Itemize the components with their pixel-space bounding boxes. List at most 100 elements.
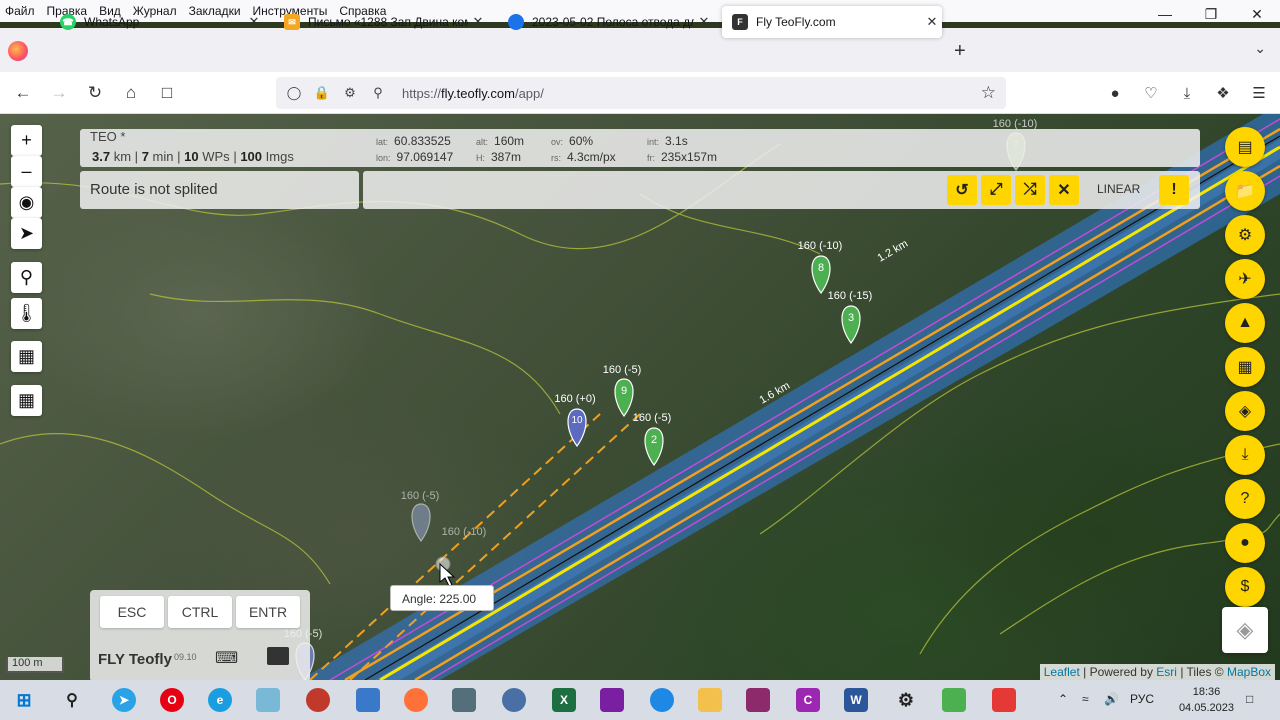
zoom-out-button[interactable]: –: [11, 156, 42, 187]
tab-list-icon[interactable]: ⌄: [1254, 40, 1266, 57]
thermometer-icon[interactable]: 🌡: [11, 298, 42, 329]
shuffle-icon[interactable]: ⤮: [1015, 175, 1045, 205]
waypoint-8[interactable]: 8 160 (-10): [798, 240, 843, 295]
app-icon[interactable]: C: [796, 688, 820, 712]
grid-icon[interactable]: ▦: [11, 385, 42, 416]
keyboard-icon[interactable]: ⌨: [215, 648, 238, 668]
permissions-icon[interactable]: ⚙: [340, 85, 360, 101]
explorer-icon[interactable]: [698, 688, 722, 712]
download-icon[interactable]: ⤓: [1225, 435, 1265, 475]
opera-icon[interactable]: O: [160, 688, 184, 712]
url-bar[interactable]: ◯ 🔒 ⚙ ⚲ https://fly.teofly.com/app/ ☆: [276, 77, 1006, 109]
app-icon[interactable]: [650, 688, 674, 712]
mode-label[interactable]: LINEAR: [1097, 182, 1140, 196]
hamburger-menu-icon[interactable]: ☰: [1248, 82, 1270, 104]
search-icon[interactable]: ⚲: [11, 262, 42, 293]
svg-text:9: 9: [621, 385, 627, 397]
tray-chevron-icon[interactable]: ⌃: [1058, 692, 1068, 706]
telegram-icon[interactable]: ➤: [112, 688, 136, 712]
wifi-icon[interactable]: ≈: [1082, 692, 1089, 706]
tab-teofly[interactable]: F Fly TeoFly.com ✕: [722, 6, 942, 38]
lock-icon[interactable]: 🔒: [312, 85, 332, 101]
close-tab-icon[interactable]: ✕: [468, 14, 488, 30]
tab-edge[interactable]: 2023-05-02 Полоса отвода для ✕: [498, 6, 714, 38]
forward-icon[interactable]: →: [48, 82, 70, 104]
clock[interactable]: 18:36 04.05.2023: [1179, 684, 1234, 716]
winrar-icon[interactable]: [746, 688, 770, 712]
layers-icon[interactable]: ◈: [1225, 391, 1265, 431]
firefox-taskbar-icon[interactable]: [404, 688, 428, 712]
terrain-icon[interactable]: ▲: [1225, 303, 1265, 343]
warning-icon[interactable]: !: [1159, 175, 1189, 205]
map-layers-icon[interactable]: ◈: [1222, 607, 1268, 653]
image-icon[interactable]: [267, 647, 289, 665]
locate-center-icon[interactable]: ◉: [11, 187, 42, 218]
waypoint-ghost[interactable]: 160 (-5): [401, 490, 440, 543]
app-icon[interactable]: [502, 688, 526, 712]
close-tab-icon[interactable]: ✕: [922, 14, 942, 30]
menu-file[interactable]: Файл: [0, 4, 41, 18]
edge-taskbar-icon[interactable]: e: [208, 688, 232, 712]
waypoint-10[interactable]: 10 160 (+0): [554, 393, 596, 448]
start-icon[interactable]: ⊞: [12, 688, 36, 712]
back-icon[interactable]: ←: [12, 82, 34, 104]
settings-taskbar-icon[interactable]: ⚙: [894, 688, 918, 712]
tab-title: Письмо «1288 Зап Двина комі: [308, 15, 468, 29]
bookmark-star-icon[interactable]: ☆: [981, 83, 996, 103]
reload-icon[interactable]: ↻: [84, 82, 106, 104]
url-text[interactable]: https://fly.teofly.com/app/: [402, 86, 544, 101]
entr-key[interactable]: ENTR: [236, 596, 300, 628]
calculator-icon[interactable]: ▦: [1225, 347, 1265, 387]
downloads-icon[interactable]: ⤓: [1176, 82, 1198, 104]
buildings-icon[interactable]: ▦: [11, 341, 42, 372]
new-tab-icon[interactable]: +: [954, 40, 966, 63]
drone-icon[interactable]: ✈: [1225, 259, 1265, 299]
reverse-icon[interactable]: ↺: [947, 175, 977, 205]
word-icon[interactable]: W: [844, 688, 868, 712]
user-icon[interactable]: ●: [1225, 523, 1265, 563]
app-icon[interactable]: [942, 688, 966, 712]
app-icon[interactable]: [356, 688, 380, 712]
help-icon[interactable]: ?: [1225, 479, 1265, 519]
zoom-in-button[interactable]: +: [11, 125, 42, 156]
search-taskbar-icon[interactable]: ⚲: [60, 688, 84, 712]
settings-icon[interactable]: ⚙: [1225, 215, 1265, 255]
home-icon[interactable]: ⌂: [120, 82, 142, 104]
paint-icon[interactable]: [306, 688, 330, 712]
waypoint-2[interactable]: 2 160 (-5): [633, 412, 672, 467]
account-icon[interactable]: ●: [1104, 82, 1126, 104]
waypoint-9[interactable]: 9 160 (-5): [603, 364, 642, 418]
app-icon[interactable]: [992, 688, 1016, 712]
excel-icon[interactable]: X: [552, 688, 576, 712]
shield-icon[interactable]: ◯: [284, 85, 304, 101]
tab-whatsapp[interactable]: ☎ WhatsApp ✕: [50, 6, 264, 38]
extensions-icon[interactable]: ❖: [1212, 82, 1234, 104]
close-tab-icon[interactable]: ✕: [244, 14, 264, 30]
app-icon[interactable]: [452, 688, 476, 712]
document-icon[interactable]: ▤: [1225, 127, 1265, 167]
minimize-icon[interactable]: —: [1142, 0, 1188, 28]
map-canvas[interactable]: 1.2 km 1.6 km 8 160 (-10) 3 160 (-15) 9 …: [0, 114, 1280, 680]
restore-icon[interactable]: ❐: [1188, 0, 1234, 28]
close-window-icon[interactable]: ✕: [1234, 0, 1280, 28]
tab-mail[interactable]: ✉ Письмо «1288 Зап Двина комі ✕: [274, 6, 488, 38]
ctrl-key[interactable]: CTRL: [168, 596, 232, 628]
navigate-icon[interactable]: ➤: [11, 218, 42, 249]
fit-bounds-icon[interactable]: ⤢: [981, 175, 1011, 205]
waypoint-ghost[interactable]: 160 (-10): [435, 526, 486, 572]
close-route-icon[interactable]: ✕: [1049, 175, 1079, 205]
app-icon[interactable]: [600, 688, 624, 712]
waypoint-3[interactable]: 3 160 (-15): [828, 290, 873, 345]
notifications-icon[interactable]: □: [1246, 692, 1253, 706]
app-icon[interactable]: [256, 688, 280, 712]
pocket-icon[interactable]: ♡: [1140, 82, 1162, 104]
firefox-view-icon[interactable]: [8, 41, 28, 61]
dollar-icon[interactable]: $: [1225, 567, 1265, 607]
close-tab-icon[interactable]: ✕: [694, 14, 714, 30]
location-icon[interactable]: ⚲: [368, 85, 388, 101]
esc-key[interactable]: ESC: [100, 596, 164, 628]
language-indicator[interactable]: РУС: [1130, 692, 1154, 706]
collections-icon[interactable]: □: [156, 82, 178, 104]
folder-icon[interactable]: 📁: [1225, 171, 1265, 211]
volume-icon[interactable]: 🔊: [1104, 692, 1119, 706]
